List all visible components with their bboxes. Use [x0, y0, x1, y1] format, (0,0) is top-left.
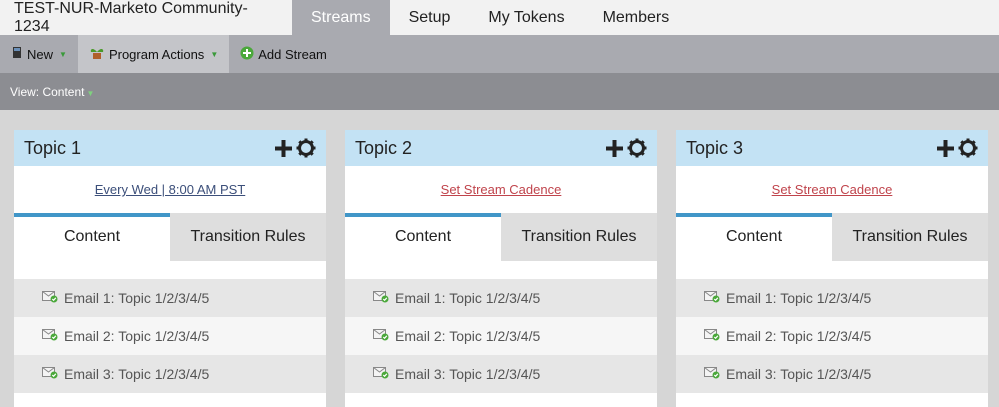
stream-panel: Topic 2 Set Stream Cadence Content Trans… — [345, 130, 657, 407]
plus-icon[interactable] — [275, 139, 292, 157]
email-icon — [42, 290, 58, 306]
email-name: Email 3: Topic 1/2/3/4/5 — [726, 366, 872, 382]
document-icon — [11, 46, 23, 62]
stream-cadence-link[interactable]: Every Wed | 8:00 AM PST — [95, 182, 246, 197]
plant-icon — [89, 46, 105, 63]
plus-icon[interactable] — [937, 139, 954, 157]
new-button[interactable]: New ▼ — [0, 35, 78, 73]
program-actions-label: Program Actions — [108, 46, 205, 62]
add-stream-button[interactable]: Add Stream — [229, 35, 338, 73]
email-name: Email 3: Topic 1/2/3/4/5 — [64, 366, 210, 382]
email-icon — [373, 290, 389, 306]
chevron-down-icon: ▼ — [59, 49, 67, 59]
tab-members[interactable]: Members — [584, 0, 689, 35]
program-title: TEST-NUR-Marketo Community-1234 — [14, 0, 248, 35]
plus-circle-icon — [240, 46, 254, 63]
toolbar: New ▼ Program Actions ▼ Add Stream — [0, 35, 999, 73]
email-icon — [373, 366, 389, 382]
plus-icon[interactable] — [606, 139, 623, 157]
stream-header: Topic 1 — [14, 130, 326, 166]
view-label: View: Content — [10, 84, 85, 99]
view-selector[interactable]: View: Content ▼ — [10, 85, 94, 99]
list-item[interactable]: Email 1: Topic 1/2/3/4/5 — [14, 279, 326, 317]
email-icon — [704, 328, 720, 344]
stream-title: Topic 2 — [355, 137, 413, 158]
set-stream-cadence-link[interactable]: Set Stream Cadence — [772, 182, 893, 197]
list-item[interactable]: Email 2: Topic 1/2/3/4/5 — [676, 317, 988, 355]
email-name: Email 2: Topic 1/2/3/4/5 — [395, 328, 541, 344]
tab-setup[interactable]: Setup — [390, 0, 470, 35]
gear-icon[interactable] — [296, 138, 316, 158]
email-name: Email 1: Topic 1/2/3/4/5 — [64, 290, 210, 306]
email-icon — [42, 328, 58, 344]
email-name: Email 3: Topic 1/2/3/4/5 — [395, 366, 541, 382]
stream-header: Topic 3 — [676, 130, 988, 166]
set-stream-cadence-link[interactable]: Set Stream Cadence — [441, 182, 562, 197]
stream-panel: Topic 3 Set Stream Cadence Content Trans… — [676, 130, 988, 407]
tab-my-tokens[interactable]: My Tokens — [469, 0, 583, 35]
tab-transition-rules[interactable]: Transition Rules — [832, 213, 988, 261]
tab-transition-rules[interactable]: Transition Rules — [170, 213, 326, 261]
chevron-down-icon: ▼ — [86, 88, 95, 98]
view-bar: View: Content ▼ — [0, 73, 999, 110]
email-icon — [704, 366, 720, 382]
email-name: Email 2: Topic 1/2/3/4/5 — [64, 328, 210, 344]
email-name: Email 1: Topic 1/2/3/4/5 — [395, 290, 541, 306]
list-item[interactable]: Email 3: Topic 1/2/3/4/5 — [676, 355, 988, 393]
email-icon — [704, 290, 720, 306]
list-item[interactable]: Email 1: Topic 1/2/3/4/5 — [676, 279, 988, 317]
top-tab-bar: TEST-NUR-Marketo Community-1234 Streams … — [0, 0, 999, 35]
list-item[interactable]: Email 1: Topic 1/2/3/4/5 — [345, 279, 657, 317]
stream-header: Topic 2 — [345, 130, 657, 166]
gear-icon[interactable] — [958, 138, 978, 158]
list-item[interactable]: Email 2: Topic 1/2/3/4/5 — [345, 317, 657, 355]
gear-icon[interactable] — [627, 138, 647, 158]
email-name: Email 2: Topic 1/2/3/4/5 — [726, 328, 872, 344]
tab-content[interactable]: Content — [676, 213, 832, 261]
tab-transition-rules[interactable]: Transition Rules — [501, 213, 657, 261]
tab-streams[interactable]: Streams — [292, 0, 390, 35]
email-name: Email 1: Topic 1/2/3/4/5 — [726, 290, 872, 306]
add-stream-label: Add Stream — [258, 46, 327, 62]
chevron-down-icon: ▼ — [210, 49, 219, 59]
list-item[interactable]: Email 2: Topic 1/2/3/4/5 — [14, 317, 326, 355]
program-actions-button[interactable]: Program Actions ▼ — [77, 35, 230, 73]
stream-panel: Topic 1 Every Wed | 8:00 AM PST Content … — [14, 130, 326, 407]
stream-title: Topic 3 — [686, 137, 744, 158]
list-item[interactable]: Email 3: Topic 1/2/3/4/5 — [14, 355, 326, 393]
list-item[interactable]: Email 3: Topic 1/2/3/4/5 — [345, 355, 657, 393]
email-icon — [42, 366, 58, 382]
tab-content[interactable]: Content — [345, 213, 501, 261]
email-icon — [373, 328, 389, 344]
tab-content[interactable]: Content — [14, 213, 170, 261]
new-label: New — [27, 46, 54, 62]
stream-title: Topic 1 — [24, 137, 82, 158]
